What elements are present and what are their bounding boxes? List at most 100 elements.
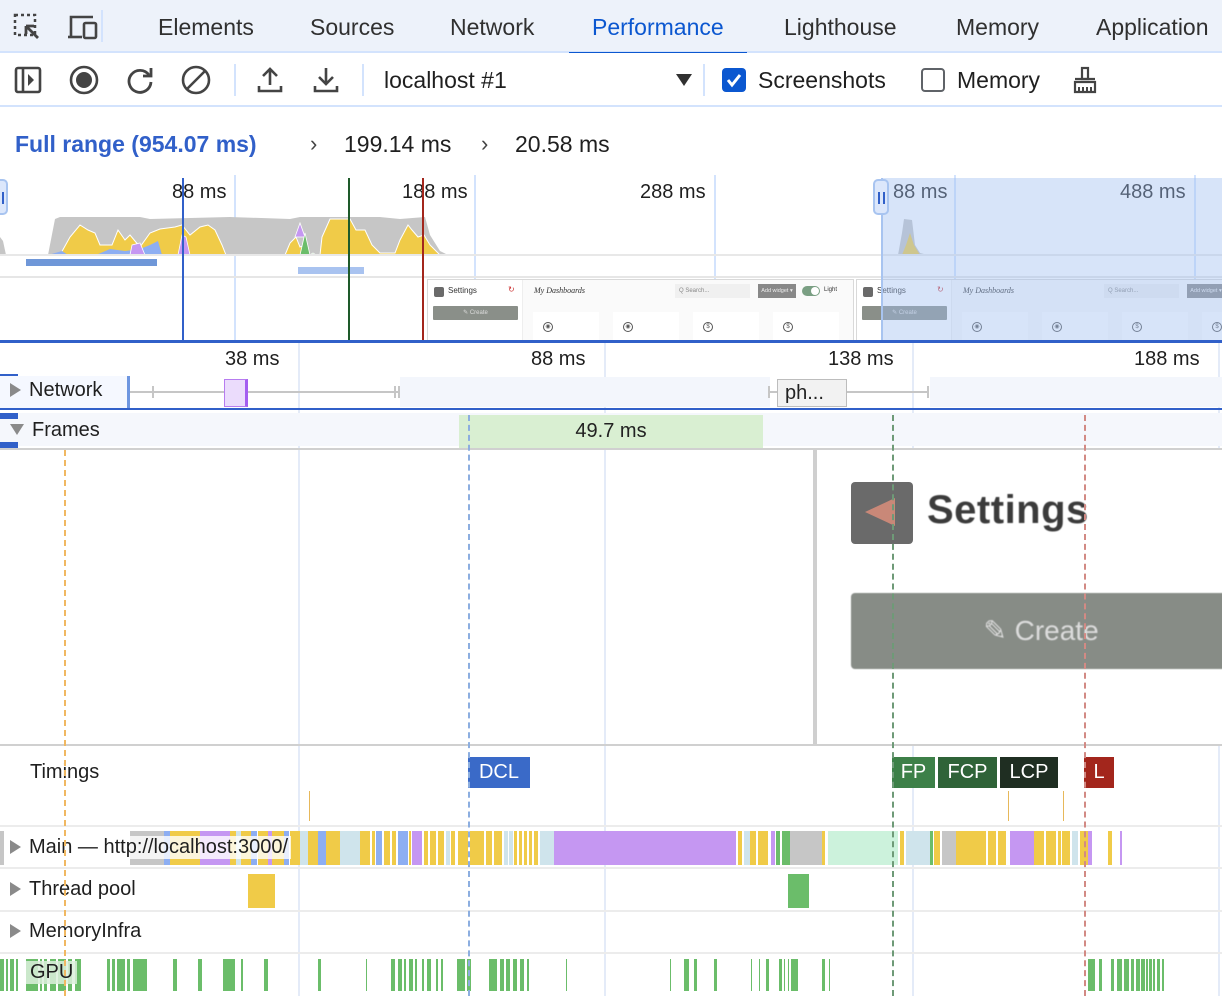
- gpu-task[interactable]: [1124, 959, 1129, 991]
- main-thread-task[interactable]: [998, 831, 1006, 865]
- network-request-bar[interactable]: [224, 379, 248, 407]
- gpu-task[interactable]: [391, 959, 395, 991]
- main-thread-task[interactable]: [828, 831, 898, 865]
- memory-checkbox[interactable]: [921, 68, 945, 92]
- gpu-task[interactable]: [759, 959, 760, 991]
- gpu-task[interactable]: [1099, 959, 1102, 991]
- toggle-sidebar-button[interactable]: [11, 63, 45, 97]
- main-thread-task[interactable]: [1072, 831, 1078, 865]
- gpu-task[interactable]: [714, 959, 717, 991]
- main-thread-task[interactable]: [409, 831, 411, 865]
- gpu-task[interactable]: [1146, 959, 1148, 991]
- memory-infra-track-label[interactable]: MemoryInfra: [10, 920, 141, 943]
- main-thread-task[interactable]: [376, 831, 382, 865]
- main-thread-task[interactable]: [906, 831, 930, 865]
- gpu-task[interactable]: [1162, 959, 1164, 991]
- timeline-overview[interactable]: 88 ms 188 ms 288 ms 88 ms 488 ms Setting…: [0, 175, 1222, 342]
- gpu-task[interactable]: [422, 959, 424, 991]
- gpu-task[interactable]: [112, 959, 115, 991]
- gpu-task[interactable]: [1149, 959, 1152, 991]
- main-thread-task[interactable]: [738, 831, 742, 865]
- main-thread-task[interactable]: [360, 831, 370, 865]
- tab-lighthouse[interactable]: Lighthouse: [784, 0, 897, 53]
- filmstrip-thumbnail[interactable]: Settings ↻ ✎ Create My Dashboards Q Sear…: [427, 279, 854, 341]
- tab-elements[interactable]: Elements: [158, 0, 254, 53]
- main-thread-task[interactable]: [776, 831, 780, 865]
- main-thread-task[interactable]: [504, 831, 508, 865]
- gpu-task[interactable]: [489, 959, 497, 991]
- gpu-task[interactable]: [784, 959, 785, 991]
- gpu-task[interactable]: [1088, 959, 1095, 991]
- main-thread-task[interactable]: [412, 831, 422, 865]
- tab-application[interactable]: Application: [1096, 0, 1209, 53]
- gpu-task[interactable]: [520, 959, 524, 991]
- overview-left-handle[interactable]: [0, 179, 8, 215]
- main-thread-task[interactable]: [1010, 831, 1034, 865]
- gpu-task[interactable]: [107, 959, 110, 991]
- main-thread-task[interactable]: [554, 831, 736, 865]
- frame-duration-bar[interactable]: 49.7 ms: [459, 415, 763, 448]
- main-thread-task[interactable]: [326, 831, 340, 865]
- gpu-task[interactable]: [457, 959, 465, 991]
- inspect-element-icon[interactable]: [10, 10, 44, 44]
- gpu-task[interactable]: [415, 959, 417, 991]
- network-track-label[interactable]: Network: [10, 379, 102, 402]
- overview-selection-window[interactable]: [881, 178, 1222, 342]
- flame-chart[interactable]: 38 ms 88 ms 138 ms 188 ms Network ph... …: [0, 343, 1222, 996]
- gpu-task[interactable]: [0, 959, 4, 991]
- main-thread-task[interactable]: [430, 831, 436, 865]
- main-thread-task[interactable]: [451, 831, 455, 865]
- frames-track-label[interactable]: Frames: [10, 419, 100, 442]
- main-thread-task[interactable]: [486, 831, 492, 865]
- gpu-task[interactable]: [6, 959, 8, 991]
- gpu-track-label[interactable]: GPU: [26, 961, 78, 984]
- gpu-lane[interactable]: [0, 957, 1222, 991]
- gpu-task[interactable]: [684, 959, 689, 991]
- gpu-task[interactable]: [513, 959, 517, 991]
- main-thread-task[interactable]: [1058, 831, 1061, 865]
- main-thread-task[interactable]: [446, 831, 450, 865]
- gpu-task[interactable]: [791, 959, 798, 991]
- main-thread-task[interactable]: [458, 831, 468, 865]
- main-thread-task[interactable]: [750, 831, 756, 865]
- thread-pool-task[interactable]: [788, 874, 809, 908]
- gpu-task[interactable]: [1117, 959, 1122, 991]
- clear-button[interactable]: [179, 63, 213, 97]
- gpu-task[interactable]: [441, 959, 443, 991]
- main-thread-task[interactable]: [1088, 831, 1092, 865]
- main-thread-task[interactable]: [1108, 831, 1112, 865]
- gpu-task[interactable]: [1131, 959, 1134, 991]
- gpu-task[interactable]: [436, 959, 438, 991]
- timing-load[interactable]: L: [1084, 757, 1114, 788]
- main-thread-task[interactable]: [340, 831, 354, 865]
- reload-record-button[interactable]: [123, 63, 157, 97]
- main-thread-task[interactable]: [398, 831, 408, 865]
- main-thread-task[interactable]: [372, 831, 375, 865]
- gpu-task[interactable]: [241, 959, 243, 991]
- timing-dcl[interactable]: DCL: [468, 757, 530, 788]
- gpu-task[interactable]: [398, 959, 402, 991]
- gpu-task[interactable]: [127, 959, 130, 991]
- gpu-task[interactable]: [779, 959, 782, 991]
- main-thread-task[interactable]: [758, 831, 768, 865]
- gpu-task[interactable]: [500, 959, 504, 991]
- device-toolbar-icon[interactable]: [66, 10, 100, 44]
- overview-right-handle[interactable]: [873, 179, 889, 215]
- gpu-task[interactable]: [404, 959, 406, 991]
- main-thread-task[interactable]: [300, 831, 308, 865]
- main-thread-task[interactable]: [384, 831, 390, 865]
- gpu-task[interactable]: [366, 959, 367, 991]
- main-thread-task[interactable]: [942, 831, 956, 865]
- gpu-task[interactable]: [16, 959, 18, 991]
- main-thread-task[interactable]: [514, 831, 517, 865]
- gpu-task[interactable]: [427, 959, 431, 991]
- gpu-task[interactable]: [670, 959, 671, 991]
- gpu-task[interactable]: [829, 959, 830, 991]
- gpu-task[interactable]: [527, 959, 529, 991]
- network-request-bar[interactable]: ph...: [777, 379, 847, 407]
- gpu-task[interactable]: [10, 959, 14, 991]
- main-thread-task[interactable]: [494, 831, 502, 865]
- gpu-task[interactable]: [1141, 959, 1145, 991]
- tab-network[interactable]: Network: [450, 0, 534, 53]
- screenshots-checkbox[interactable]: [722, 68, 746, 92]
